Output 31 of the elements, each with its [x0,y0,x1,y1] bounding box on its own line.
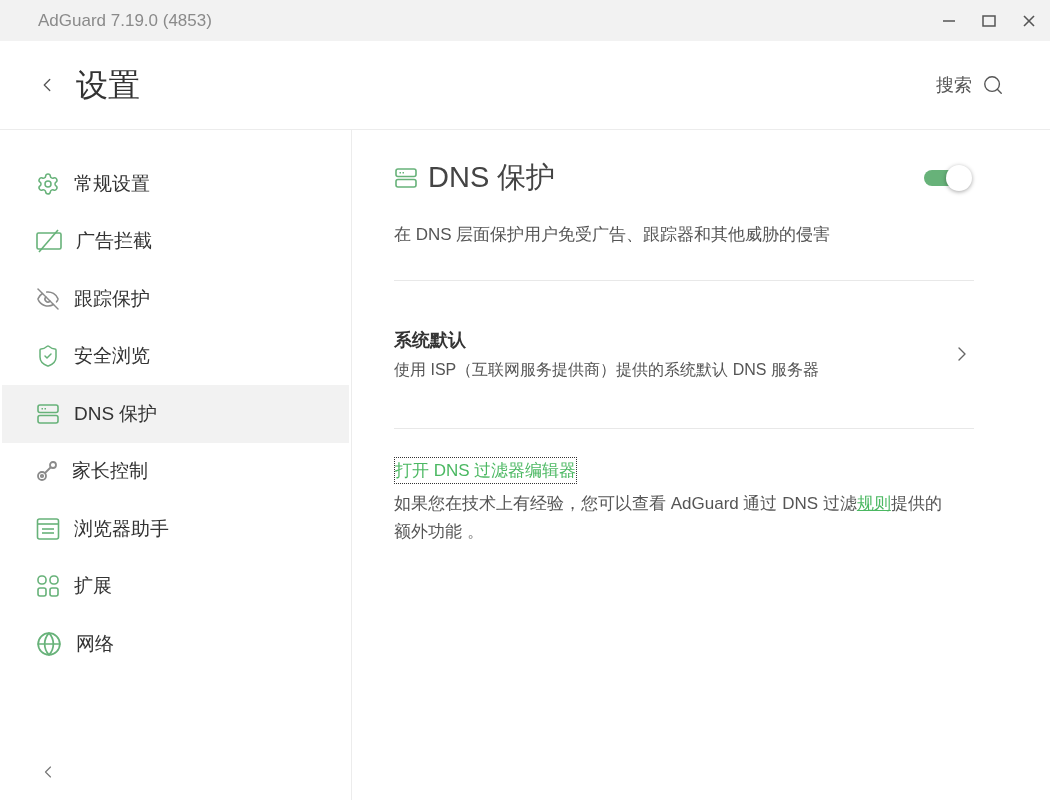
globe-icon [36,630,62,657]
sidebar-item[interactable]: 浏览器助手 [2,500,349,558]
toggle-switch[interactable] [922,165,972,191]
close-icon[interactable] [1022,13,1036,28]
server-icon [36,401,60,426]
server-icon [394,166,418,190]
server-title: 系统默认 [394,328,467,352]
sidebar-item[interactable]: 家长控制 [2,442,349,500]
sidebar-item[interactable]: 扩展 [2,557,349,615]
advanced-info-text: 如果您在技术上有经验，您可以查看 AdGuard 通过 DNS 过滤规则提供的额外功能 。 [394,493,943,543]
gear-icon [36,171,60,196]
search-icon [982,74,1004,96]
section-title: DNS 保护 [428,160,556,196]
crossed-eye-icon [36,286,60,311]
page-title: 设置 [76,66,140,105]
sidebar-item[interactable]: 跟踪保护 [2,270,349,328]
sidebar-item[interactable]: 安全浏览 [2,327,349,385]
shield-check-icon [36,344,60,369]
sidebar-item[interactable]: 常规设置 [2,155,349,213]
sidebar-item[interactable]: DNS 保护 [2,385,349,443]
maximize-icon[interactable] [982,13,996,28]
window-title: AdGuard 7.19.0 (4853) [38,9,212,32]
server-description: 使用 ISP（互联网服务提供商）提供的系统默认 DNS 服务器 [394,359,819,380]
section-description: 在 DNS 层面保护用户免受广告、跟踪器和其他威胁的侵害 [394,222,974,281]
browser-window-icon [36,516,60,541]
search-button[interactable]: 搜索 [936,71,1004,99]
grid-icon [36,574,60,599]
crossed-rectangle-icon [36,229,62,254]
sidebar-item[interactable]: 广告拦截 [2,212,349,270]
dns-server-row[interactable]: 系统默认 使用 ISP（互联网服务提供商）提供的系统默认 DNS 服务器 [394,280,974,429]
sidebar-item[interactable]: 网络 [2,615,349,673]
